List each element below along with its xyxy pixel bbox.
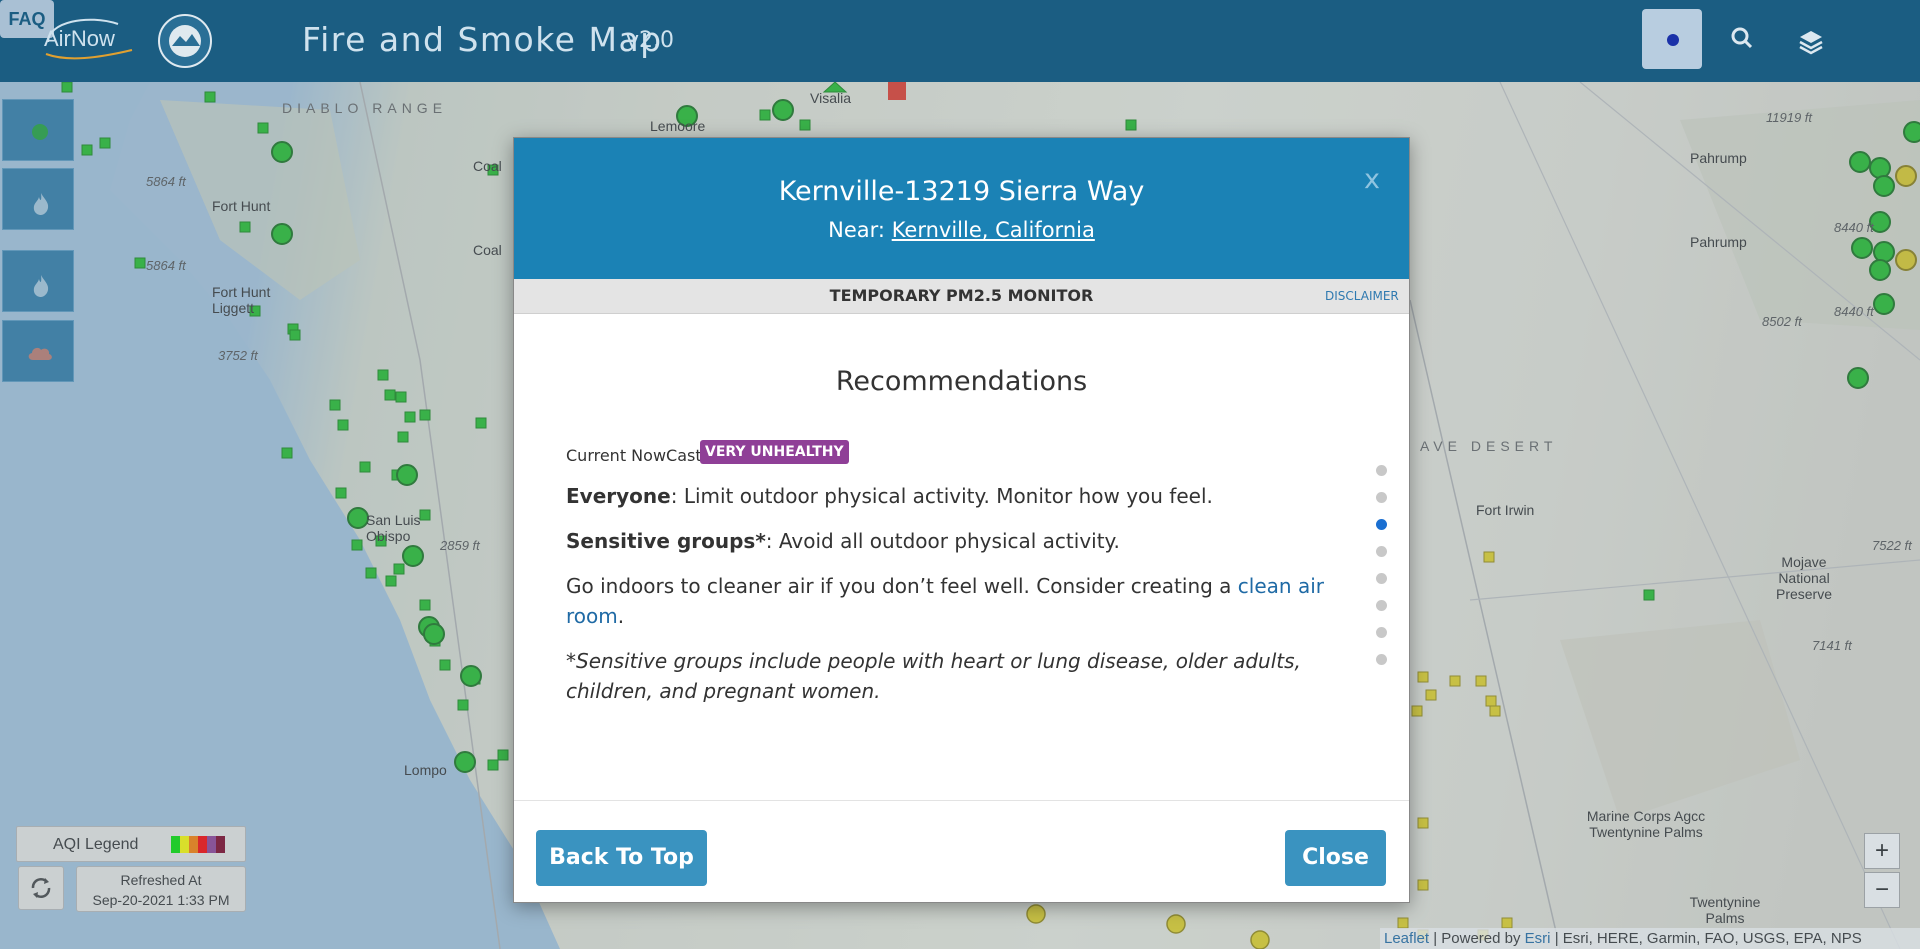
- close-button[interactable]: Close: [1285, 830, 1386, 886]
- indoors-text: Go indoors to cleaner air if you don’t f…: [566, 574, 1232, 598]
- close-icon[interactable]: x: [1364, 164, 1380, 195]
- app-title: Fire and Smoke Map: [302, 20, 663, 59]
- monitor-type-bar: TEMPORARY PM2.5 MONITOR DISCLAIMER: [514, 279, 1409, 314]
- modal-header: Kernville-13219 Sierra Way Near: Kernvil…: [514, 138, 1409, 279]
- back-to-top-button[interactable]: Back To Top: [536, 830, 707, 886]
- nowcast-badge: VERY UNHEALTHY: [700, 440, 849, 464]
- nowcast-label: Current NowCast:: [566, 446, 707, 465]
- everyone-text: : Limit outdoor physical activity. Monit…: [670, 484, 1213, 508]
- monitor-type: TEMPORARY PM2.5 MONITOR: [829, 286, 1094, 305]
- pager-dot[interactable]: [1376, 492, 1387, 503]
- near-line: Near: Kernville, California: [514, 218, 1409, 242]
- pager-dot[interactable]: [1376, 546, 1387, 557]
- near-place-link[interactable]: Kernville, California: [892, 218, 1095, 242]
- airnow-logo-text: AirNow: [44, 26, 115, 51]
- disclaimer-link[interactable]: DISCLAIMER: [1325, 289, 1399, 303]
- epa-seal-logo[interactable]: [158, 14, 212, 68]
- indoors-end: .: [617, 604, 625, 628]
- everyone-label: Everyone: [566, 484, 671, 508]
- pager-dot[interactable]: [1376, 465, 1387, 476]
- pager-dot[interactable]: [1376, 654, 1387, 665]
- everyone-recommendation: Everyone: Limit outdoor physical activit…: [566, 481, 1356, 511]
- app-version: v2.0: [626, 28, 675, 53]
- sensitive-text: : Avoid all outdoor physical activity.: [765, 529, 1120, 553]
- pager-dot[interactable]: [1376, 519, 1387, 530]
- monitor-details-modal: Kernville-13219 Sierra Way Near: Kernvil…: [513, 137, 1410, 903]
- app-header: AirNow Fire and Smoke Map v2.0 FAQ: [0, 0, 1920, 82]
- indoors-recommendation: Go indoors to cleaner air if you don’t f…: [566, 571, 1356, 631]
- recommendations-title: Recommendations: [835, 366, 1088, 397]
- search-icon: [1731, 27, 1753, 49]
- monitor-toggle-button[interactable]: [1642, 9, 1702, 69]
- search-button[interactable]: [1712, 9, 1772, 69]
- site-name: Kernville-13219 Sierra Way: [778, 176, 1145, 207]
- airnow-logo[interactable]: AirNow: [38, 12, 134, 68]
- pager-dot[interactable]: [1376, 627, 1387, 638]
- layers-icon: [1799, 31, 1823, 55]
- sensitive-recommendation: Sensitive groups*: Avoid all outdoor phy…: [566, 526, 1356, 556]
- layers-button[interactable]: [1780, 9, 1840, 69]
- dot-icon: [1667, 34, 1679, 46]
- near-label: Near:: [828, 218, 885, 242]
- sensitive-groups-note: *Sensitive groups include people with he…: [566, 649, 1301, 703]
- sensitive-label: Sensitive groups*: [566, 529, 766, 553]
- pager-dot[interactable]: [1376, 573, 1387, 584]
- pager-dot[interactable]: [1376, 600, 1387, 611]
- footer-divider: [514, 800, 1409, 801]
